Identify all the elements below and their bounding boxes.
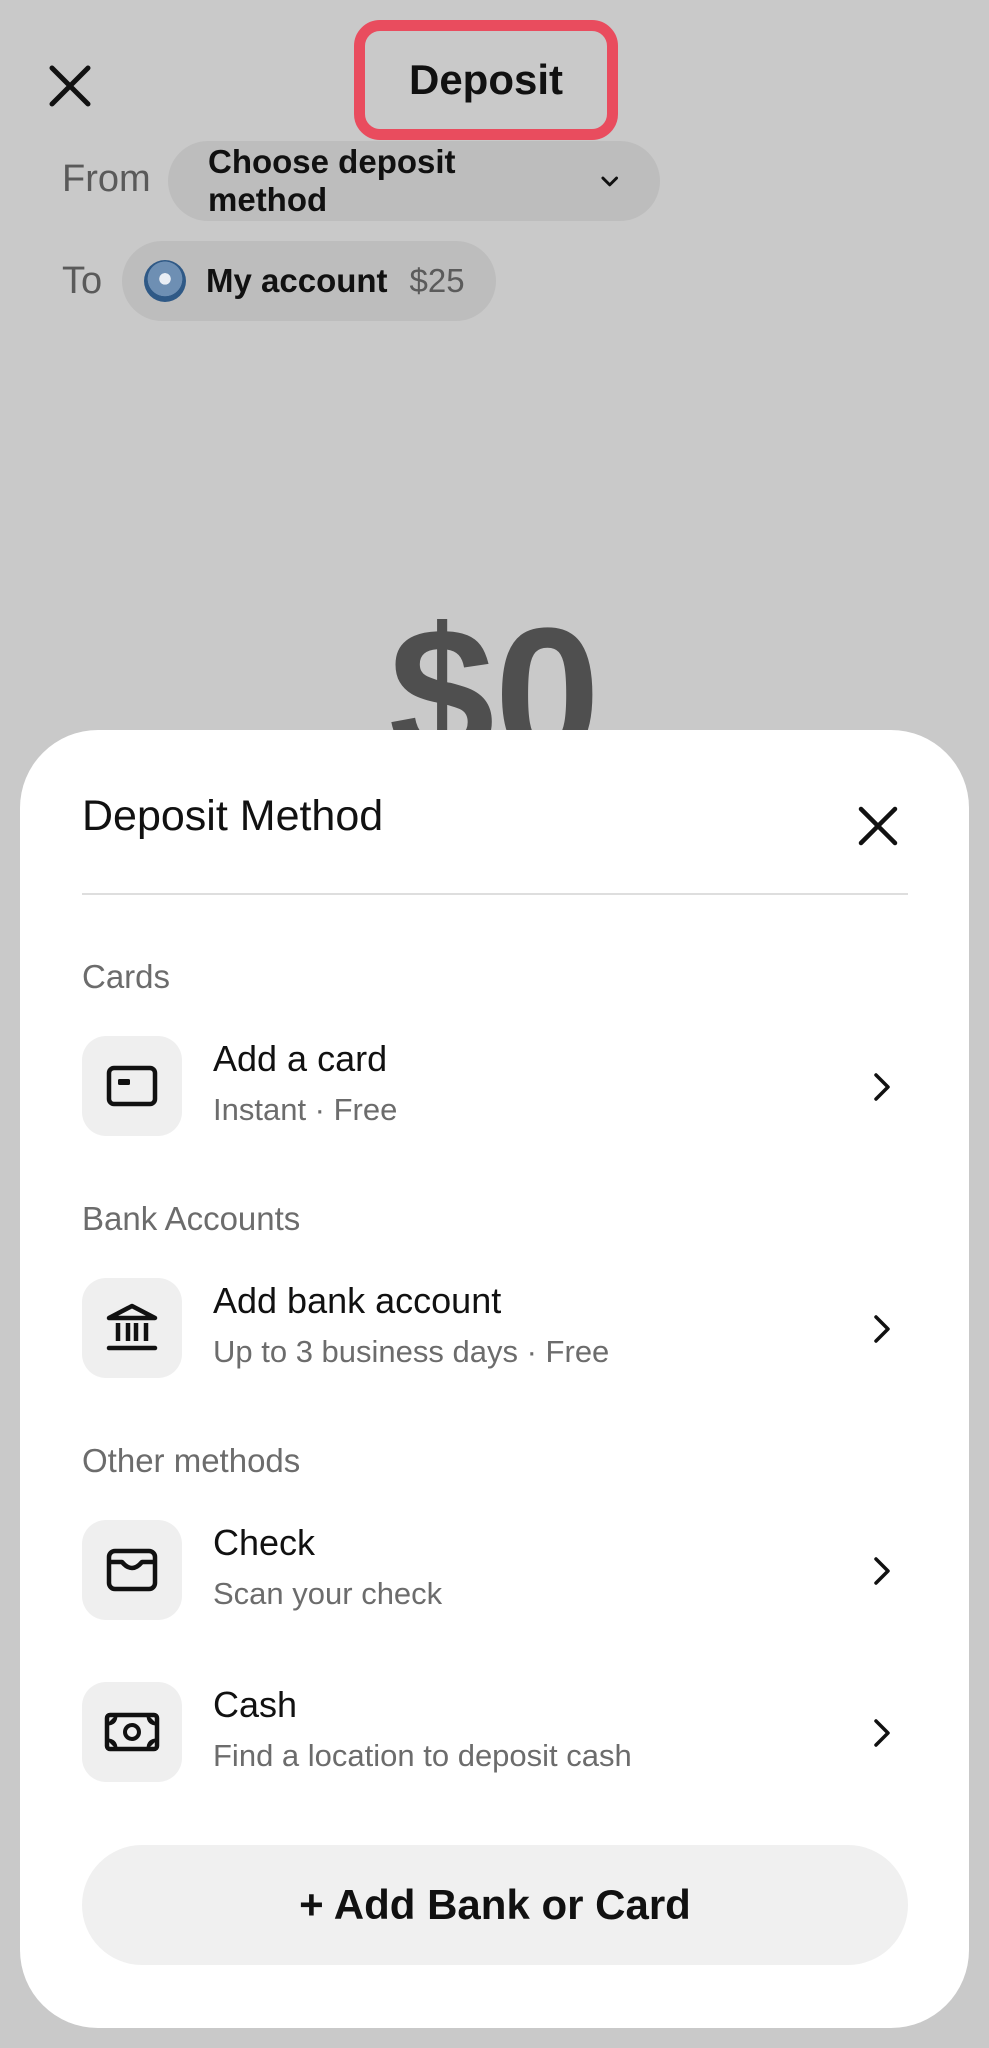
check-option[interactable]: Check Scan your check [82, 1520, 908, 1620]
close-icon [49, 65, 91, 107]
avatar [144, 260, 186, 302]
chevron-right-icon [874, 1719, 890, 1747]
icon-tile [82, 1682, 182, 1782]
option-subtitle: Up to 3 business days · Free [213, 1334, 610, 1369]
page-title-highlight: Deposit [354, 20, 618, 140]
card-icon [106, 1065, 158, 1107]
from-label: From [62, 158, 151, 200]
add-card-option[interactable]: Add a card Instant · Free [82, 1036, 908, 1136]
chevron-right-icon [874, 1557, 890, 1585]
account-name: My account [206, 262, 388, 299]
divider [82, 893, 908, 895]
option-title: Cash [213, 1684, 298, 1725]
chevron-down-icon [600, 176, 618, 187]
close-icon [858, 806, 898, 846]
icon-tile [82, 1520, 182, 1620]
account-balance: $25 [409, 262, 465, 299]
chevron-right-icon [874, 1315, 890, 1343]
add-bank-account-option[interactable]: Add bank account Up to 3 business days ·… [82, 1278, 908, 1378]
sheet-close-button[interactable] [850, 798, 906, 854]
sheet-title: Deposit Method [82, 792, 384, 840]
option-title: Check [213, 1522, 316, 1563]
cash-icon [104, 1712, 160, 1752]
to-label: To [62, 260, 103, 302]
close-button[interactable] [42, 58, 98, 114]
option-subtitle: Find a location to deposit cash [213, 1738, 632, 1773]
section-label-other-methods: Other methods [82, 1442, 301, 1479]
page-title: Deposit [408, 56, 563, 103]
option-title: Add a card [213, 1038, 388, 1079]
destination-account-selector[interactable]: My account $25 [122, 241, 496, 321]
option-subtitle: Scan your check [213, 1576, 443, 1611]
add-bank-or-card-button[interactable]: + Add Bank or Card [82, 1845, 908, 1965]
cash-option[interactable]: Cash Find a location to deposit cash [82, 1682, 908, 1782]
check-icon [106, 1548, 158, 1592]
icon-tile [82, 1036, 182, 1136]
option-subtitle: Instant · Free [213, 1092, 398, 1127]
deposit-method-value: Choose deposit method [208, 143, 456, 218]
deposit-method-selector[interactable]: Choose deposit method [168, 141, 660, 221]
icon-tile [82, 1278, 182, 1378]
chevron-right-icon [874, 1073, 890, 1101]
section-label-cards: Cards [82, 958, 171, 995]
section-label-bank-accounts: Bank Accounts [82, 1200, 301, 1237]
deposit-method-sheet: Deposit Method Cards Add a card Instant … [20, 730, 969, 2028]
bank-icon [106, 1303, 158, 1351]
option-title: Add bank account [213, 1280, 502, 1321]
